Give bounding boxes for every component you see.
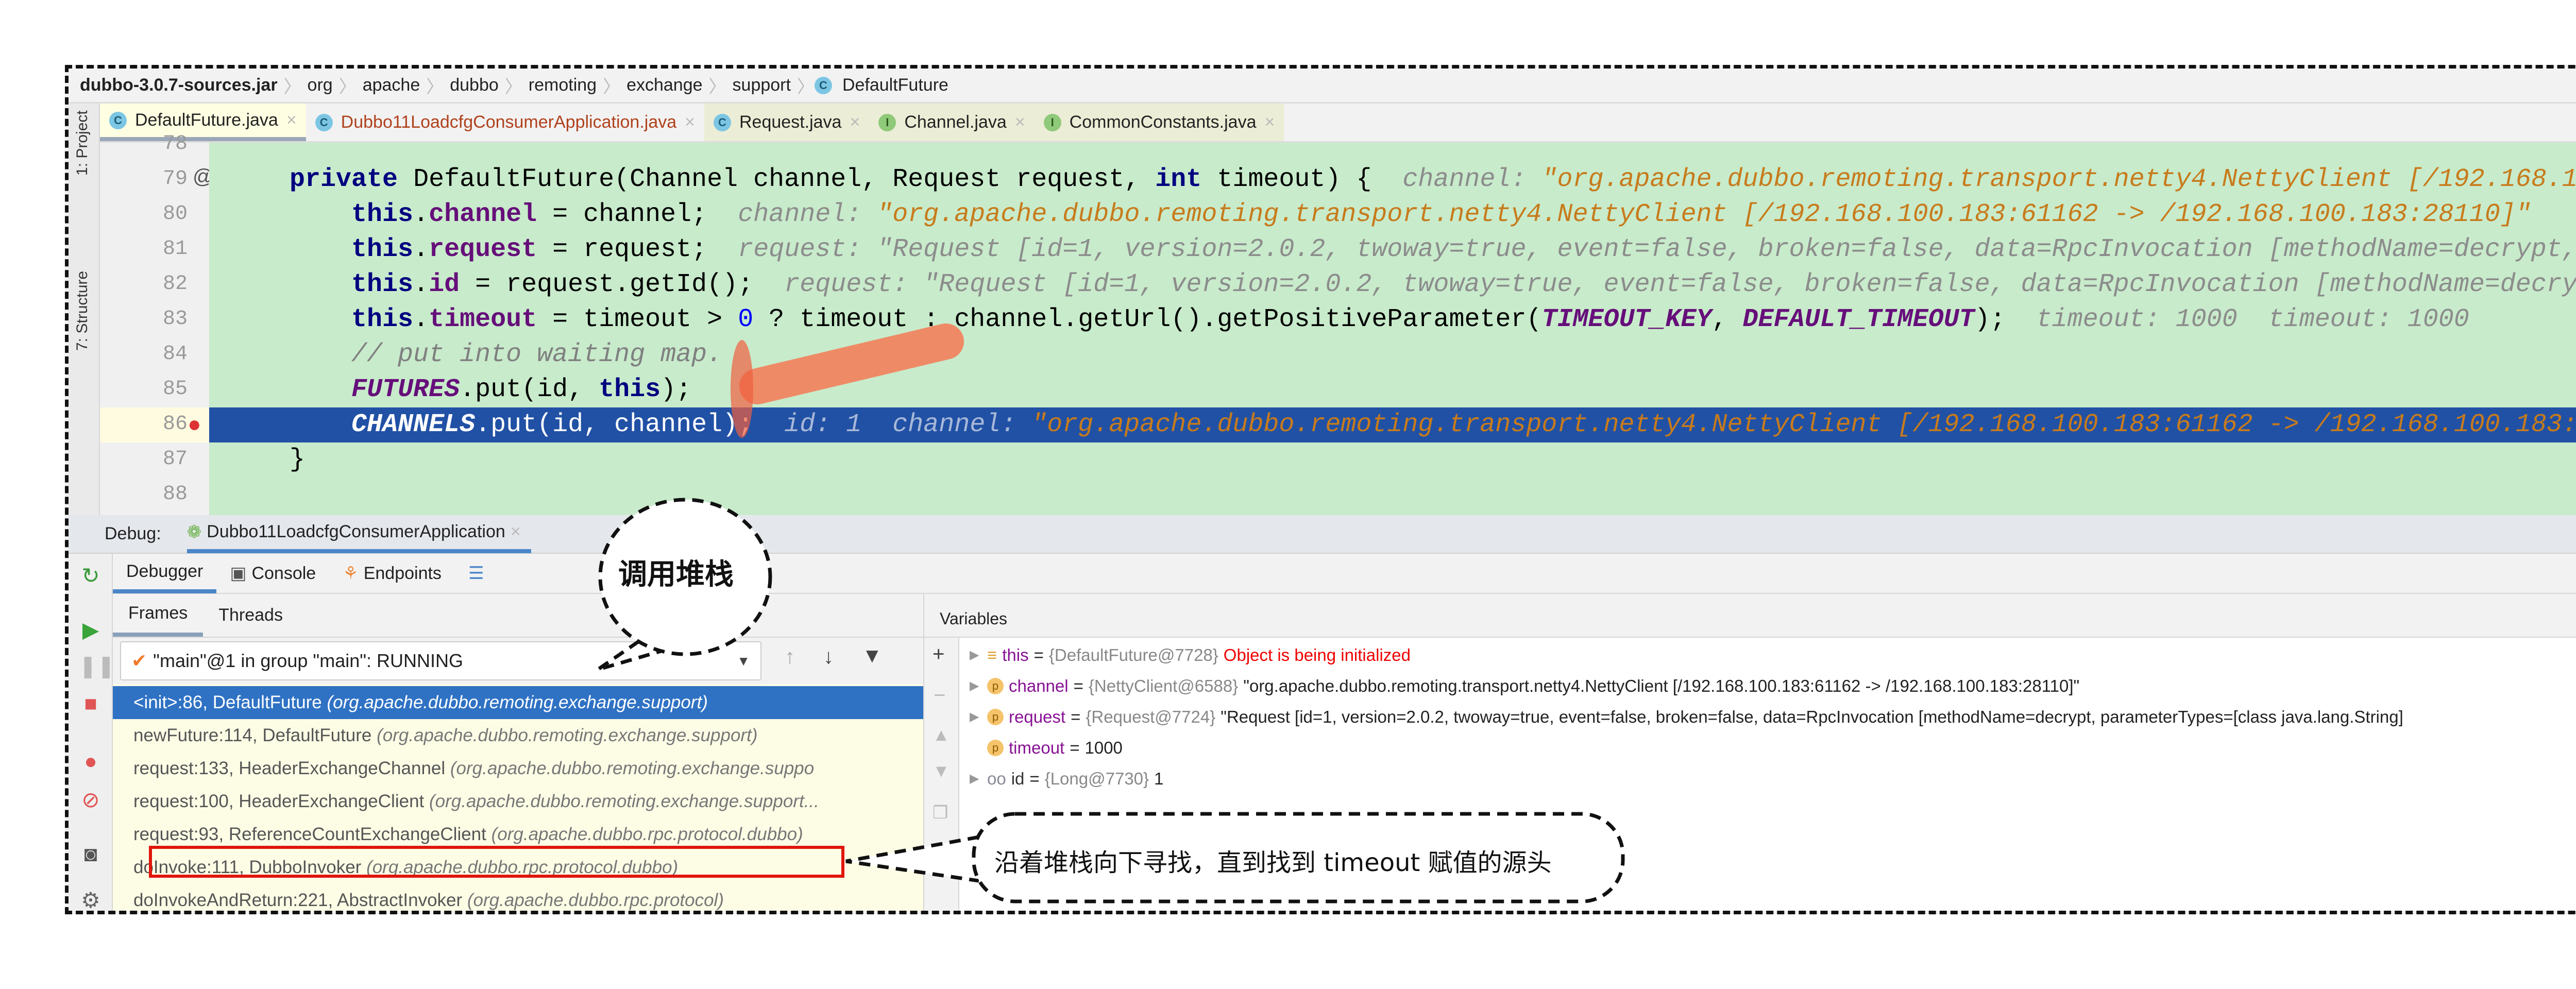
callout-tail-2 xyxy=(845,835,979,883)
arrow-head xyxy=(731,340,753,438)
pointer-arrow xyxy=(739,323,964,404)
annotation-layer xyxy=(597,323,1625,903)
call-stack-label: 调用堆栈 xyxy=(618,558,734,591)
hint-label: 沿着堆栈向下寻找，直到找到 timeout 赋值的源头 xyxy=(994,848,1552,877)
